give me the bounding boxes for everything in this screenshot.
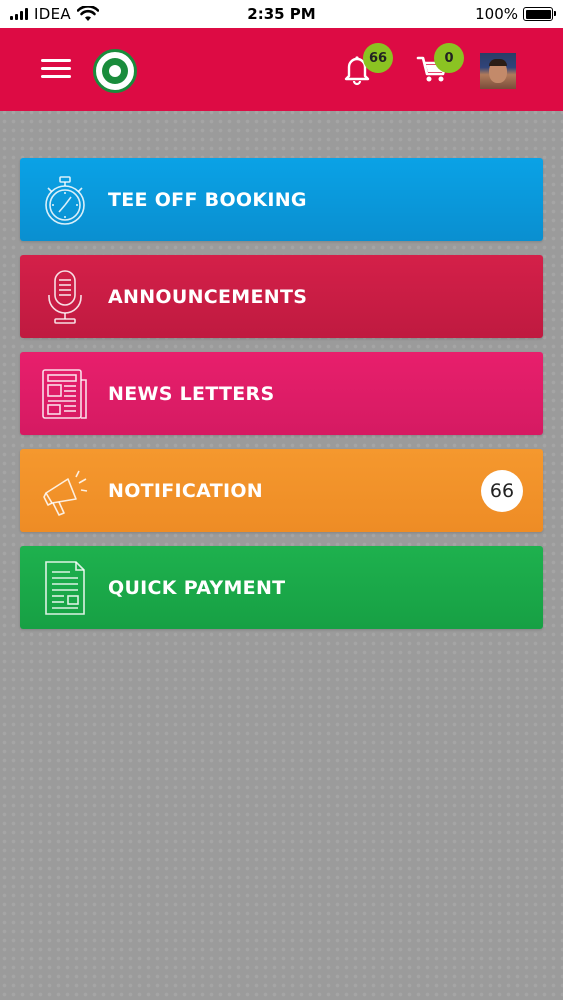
newspaper-icon: [42, 369, 87, 419]
status-right: 100%: [475, 4, 556, 24]
notification-count-badge: 66: [481, 470, 523, 512]
stopwatch-icon: [45, 176, 85, 225]
main-menu: TEE OFF BOOKING ANNOUNCEMENTS NEWS LETTE…: [20, 158, 543, 643]
notifications-button[interactable]: 66: [340, 43, 393, 86]
notifications-count-badge: 66: [363, 43, 393, 73]
menu-item-announcements[interactable]: ANNOUNCEMENTS: [20, 255, 543, 338]
user-avatar[interactable]: [480, 53, 516, 89]
status-bar: IDEA 2:35 PM 100%: [0, 0, 563, 28]
menu-item-label: ANNOUNCEMENTS: [108, 285, 308, 308]
battery-icon: [523, 7, 556, 21]
hamburger-icon[interactable]: [41, 57, 73, 81]
megaphone-icon: [43, 470, 88, 516]
menu-item-quick-payment[interactable]: QUICK PAYMENT: [20, 546, 543, 629]
menu-item-tee-off-booking[interactable]: TEE OFF BOOKING: [20, 158, 543, 241]
cart-button[interactable]: 0: [416, 43, 464, 86]
microphone-icon: [48, 270, 82, 324]
battery-percent: 100%: [475, 5, 518, 23]
menu-item-label: NOTIFICATION: [108, 479, 263, 502]
golf-club-logo: [93, 49, 137, 93]
menu-item-label: NEWS LETTERS: [108, 382, 275, 405]
cart-count-badge: 0: [434, 43, 464, 73]
invoice-icon: [45, 561, 85, 615]
app-header: 66 0: [0, 28, 563, 111]
menu-item-notification[interactable]: NOTIFICATION 66: [20, 449, 543, 532]
menu-item-news-letters[interactable]: NEWS LETTERS: [20, 352, 543, 435]
menu-item-label: QUICK PAYMENT: [108, 576, 286, 599]
menu-item-label: TEE OFF BOOKING: [108, 188, 307, 211]
